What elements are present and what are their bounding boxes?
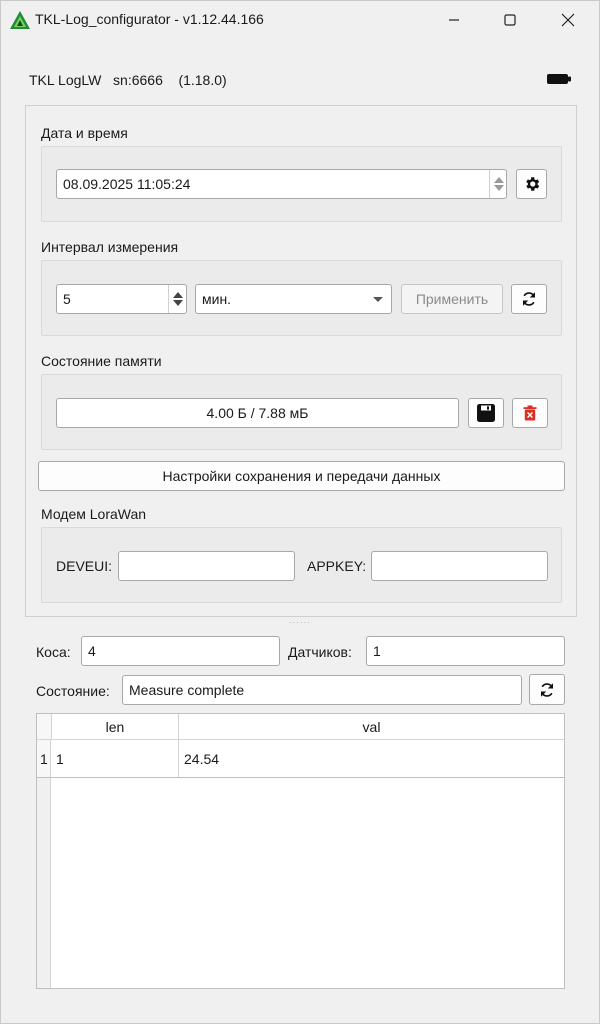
maximize-icon <box>504 14 516 26</box>
memory-label: Состояние памяти <box>41 353 162 369</box>
save-memory-button[interactable] <box>468 398 504 428</box>
kosa-input[interactable]: 4 <box>81 636 280 666</box>
cell-val[interactable]: 24.54 <box>179 740 564 777</box>
battery-icon <box>547 74 571 84</box>
interval-group: 5 мин. Применить <box>41 260 562 336</box>
kosa-value: 4 <box>88 643 96 659</box>
datetime-group: 08.09.2025 11:05:24 <box>41 146 562 222</box>
spin-down-icon <box>172 300 183 306</box>
interval-spinner[interactable] <box>168 285 186 313</box>
storage-settings-button[interactable]: Настройки сохранения и передачи данных <box>38 461 565 491</box>
close-icon <box>561 13 575 27</box>
splitter-handle[interactable]: ······ <box>289 618 311 627</box>
appkey-label: APPKEY: <box>307 558 367 574</box>
minimize-icon <box>449 19 459 21</box>
refresh-status-button[interactable] <box>529 674 565 705</box>
deveui-input[interactable] <box>118 551 295 581</box>
close-button[interactable] <box>539 1 597 39</box>
column-header-len-label: len <box>105 718 125 735</box>
clear-memory-button[interactable] <box>512 398 548 428</box>
spin-down-icon <box>493 185 504 191</box>
spin-up-icon <box>172 292 183 298</box>
window-title: TKL-Log_configurator - v1.12.44.166 <box>35 11 264 27</box>
sensors-value: 1 <box>373 643 381 659</box>
interval-unit-value: мин. <box>202 291 232 307</box>
trash-icon <box>523 405 537 421</box>
interval-value: 5 <box>63 291 71 307</box>
settings-panel: Дата и время 08.09.2025 11:05:24 Интерва… <box>25 105 577 617</box>
minimize-button[interactable] <box>425 1 483 39</box>
table-corner <box>37 714 51 740</box>
datetime-input[interactable]: 08.09.2025 11:05:24 <box>56 169 507 199</box>
storage-settings-label: Настройки сохранения и передачи данных <box>162 468 441 484</box>
column-header-len[interactable]: len <box>51 714 179 740</box>
floppy-disk-icon <box>477 404 495 422</box>
column-header-val[interactable]: val <box>179 714 564 740</box>
refresh-interval-button[interactable] <box>511 284 547 314</box>
table-row[interactable]: 1 1 24.54 <box>37 740 564 778</box>
deveui-label: DEVEUI: <box>56 558 113 574</box>
kosa-label: Коса: <box>36 644 71 660</box>
app-logo-icon <box>10 11 30 29</box>
data-table: len val 1 1 24.54 <box>36 713 565 989</box>
datetime-value: 08.09.2025 11:05:24 <box>63 176 191 192</box>
sensors-label: Датчиков: <box>288 644 352 660</box>
cell-len[interactable]: 1 <box>51 740 179 777</box>
modem-group: DEVEUI: APPKEY: <box>41 527 562 603</box>
memory-usage-value: 4.00 Б / 7.88 мБ <box>206 405 309 421</box>
device-firmware: (1.18.0) <box>178 72 227 88</box>
interval-label: Интервал измерения <box>41 239 179 255</box>
apply-label: Применить <box>415 291 489 307</box>
maximize-button[interactable] <box>481 1 539 39</box>
device-info: TKL LogLW sn:6666 (1.18.0) <box>29 72 227 88</box>
gear-icon <box>525 177 539 191</box>
modem-label: Модем LoraWan <box>41 506 147 522</box>
row-index: 1 <box>37 740 51 777</box>
app-window: TKL-Log_configurator - v1.12.44.166 TKL … <box>0 0 600 1024</box>
title-bar: TKL-Log_configurator - v1.12.44.166 <box>1 1 599 39</box>
device-model: TKL LogLW <box>29 72 102 88</box>
status-value: Measure complete <box>129 682 245 698</box>
interval-unit-select[interactable]: мин. <box>195 284 392 314</box>
spin-up-icon <box>493 177 504 183</box>
column-header-val-label: val <box>362 718 381 735</box>
apply-interval-button[interactable]: Применить <box>401 284 503 314</box>
status-display: Measure complete <box>122 675 522 705</box>
refresh-icon <box>522 292 536 306</box>
memory-group: 4.00 Б / 7.88 мБ <box>41 374 562 450</box>
memory-usage-display: 4.00 Б / 7.88 мБ <box>56 398 459 428</box>
sensors-input[interactable]: 1 <box>366 636 565 666</box>
datetime-settings-button[interactable] <box>516 169 547 199</box>
device-serial: sn:6666 <box>113 72 163 88</box>
datetime-label: Дата и время <box>41 125 128 141</box>
status-label: Состояние: <box>36 683 110 699</box>
datetime-spinner[interactable] <box>489 170 507 198</box>
appkey-input[interactable] <box>371 551 548 581</box>
chevron-down-icon <box>373 297 383 302</box>
refresh-icon <box>540 682 554 697</box>
